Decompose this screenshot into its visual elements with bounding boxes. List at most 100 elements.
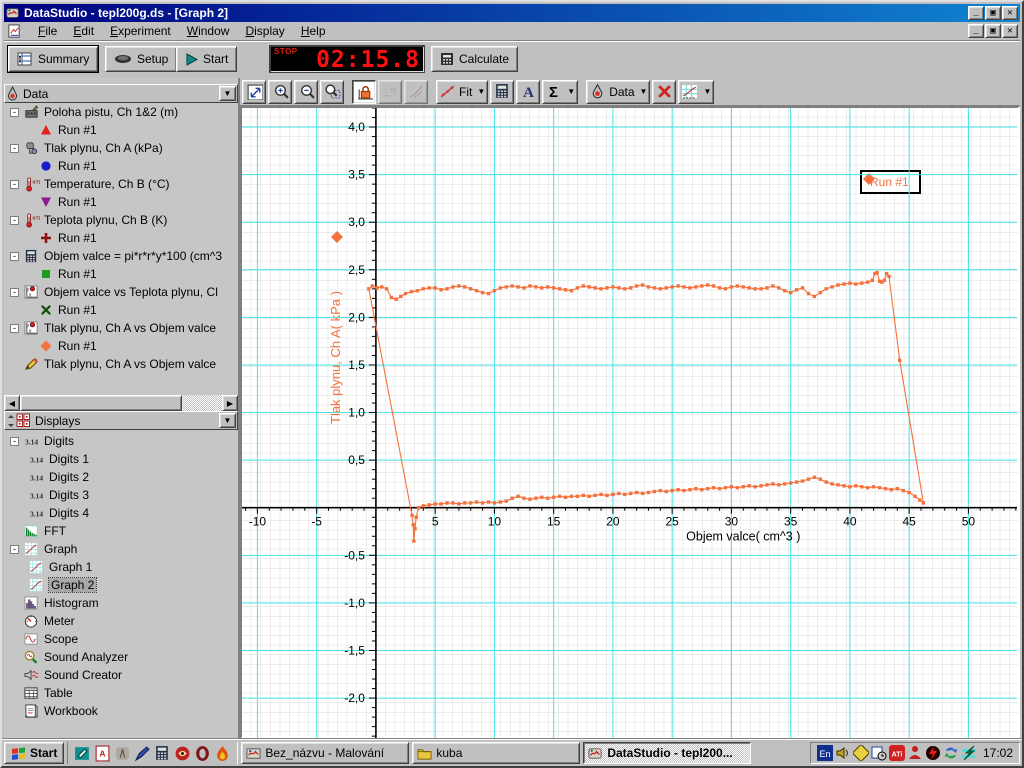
tree-collapse-icon[interactable]: - (10, 287, 19, 297)
data-item-label[interactable]: Temperature, Ch B (°C) (44, 177, 170, 191)
displays-panel-header[interactable]: Displays ▼ (4, 411, 238, 430)
statistics-button[interactable]: Σ ▼ (542, 79, 579, 104)
task-button-inactive[interactable]: kuba (412, 742, 581, 764)
scroll-thumb[interactable] (20, 395, 182, 411)
graph-settings-button[interactable]: ▼ (678, 79, 715, 104)
modem-icon[interactable] (961, 745, 977, 761)
close-button[interactable]: ✕ (1002, 6, 1018, 20)
volume-icon[interactable] (835, 745, 851, 761)
data-item-label[interactable]: Tlak plynu, Ch A vs Objem valce (44, 357, 216, 371)
child-window-icon[interactable] (7, 23, 22, 39)
notes-icon[interactable] (74, 745, 91, 762)
pen-icon[interactable] (134, 745, 151, 762)
display-item[interactable]: Workbook (4, 702, 238, 720)
data-item[interactable]: - x y Objem valce vs Teplota plynu, Cl (4, 283, 238, 301)
display-item-label[interactable]: Meter (44, 614, 75, 628)
panel-splitter-icon[interactable] (6, 414, 16, 428)
scale-to-fit-button[interactable] (242, 79, 266, 104)
start-menu-button[interactable]: Start (4, 742, 65, 764)
data-item[interactable]: - KTD Teplota plynu, Ch B (K) (4, 211, 238, 229)
display-item-label[interactable]: Workbook (44, 704, 98, 718)
data-item-label[interactable]: Tlak plynu, Ch A (kPa) (44, 141, 163, 155)
acrobat-icon[interactable]: A (94, 745, 111, 762)
tree-collapse-icon[interactable]: - (10, 215, 19, 225)
opera-icon[interactable] (194, 745, 211, 762)
data-menu-button[interactable]: Data ▼ (586, 79, 651, 104)
task-button-inactive[interactable]: Bez_názvu - Malování (241, 742, 410, 764)
run-item[interactable]: Run #1 (4, 157, 238, 175)
start-button[interactable]: Start (176, 46, 238, 72)
tree-collapse-icon[interactable]: - (10, 179, 19, 189)
winamp-icon[interactable] (114, 745, 131, 762)
child-restore-button[interactable]: ▣ (985, 24, 1001, 38)
display-item-label[interactable]: Digits (44, 434, 74, 448)
dragon-icon[interactable] (174, 745, 191, 762)
child-minimize-button[interactable]: _ (968, 24, 984, 38)
run-item[interactable]: Run #1 (4, 229, 238, 247)
fit-menu-button[interactable]: Fit ▼ (436, 79, 489, 104)
chart-svg[interactable]: -10 -5 5 10 15 20 25 30 35 40 45 50 4,0 3,5 3,0 2,5 2,0 1… (242, 108, 1017, 739)
data-item[interactable]: - Tlak plynu, Ch A (kPa) (4, 139, 238, 157)
tree-collapse-icon[interactable]: - (10, 544, 19, 554)
run-item-label[interactable]: Run #1 (58, 159, 97, 173)
plot-canvas[interactable]: Run #1 Tlak plynu, Ch A( kPa ) -10 -5 5 10 1… (242, 108, 1018, 739)
data-panel-menu-button[interactable]: ▼ (219, 86, 236, 101)
display-item-label[interactable]: Graph (44, 542, 77, 556)
chevron-down-icon[interactable]: ▼ (640, 87, 648, 96)
display-subitem-label[interactable]: Digits 2 (49, 470, 89, 484)
display-subitem[interactable]: 3.14 Digits 1 (4, 450, 238, 468)
run-item-label[interactable]: Run #1 (58, 231, 97, 245)
display-item-label[interactable]: Sound Analyzer (44, 650, 128, 664)
menu-experiment[interactable]: Experiment (102, 22, 179, 40)
zoom-out-button[interactable] (294, 79, 318, 104)
display-subitem-label-selected[interactable]: Graph 2 (47, 577, 98, 593)
tree-collapse-icon[interactable]: - (10, 143, 19, 153)
ati-icon[interactable]: ATi (888, 745, 905, 761)
lightning-icon[interactable] (925, 745, 941, 761)
data-item-label[interactable]: Objem valce = pi*r*r*y*100 (cm^3 (44, 249, 222, 263)
setup-button[interactable]: Setup (105, 46, 178, 72)
text-annotation-button[interactable]: A (516, 79, 541, 104)
display-item[interactable]: -3.14 Digits (4, 432, 238, 450)
menu-display[interactable]: Display (237, 22, 292, 40)
display-item[interactable]: Sound Analyzer (4, 648, 238, 666)
chevron-down-icon[interactable]: ▼ (703, 87, 711, 96)
data-item[interactable]: Tlak plynu, Ch A vs Objem valce (4, 355, 238, 373)
display-item-label[interactable]: FFT (44, 524, 66, 538)
display-subitem[interactable]: 3.14 Digits 4 (4, 504, 238, 522)
display-item[interactable]: Table (4, 684, 238, 702)
scheduler-icon[interactable] (871, 745, 887, 761)
display-item[interactable]: Histogram (4, 594, 238, 612)
data-tree-hscrollbar[interactable]: ◀ ▶ (4, 395, 238, 411)
zoom-select-button[interactable] (320, 79, 344, 104)
display-item[interactable]: Scope (4, 630, 238, 648)
display-item-label[interactable]: Sound Creator (44, 668, 122, 682)
red-agent-icon[interactable] (907, 745, 923, 761)
restore-button[interactable]: ▣ (985, 6, 1001, 20)
scroll-left-button[interactable]: ◀ (4, 395, 20, 411)
data-item[interactable]: - KTD Temperature, Ch B (°C) (4, 175, 238, 193)
run-item-label[interactable]: Run #1 (58, 339, 97, 353)
display-subitem-label[interactable]: Digits 3 (49, 488, 89, 502)
display-item[interactable]: Sound Creator (4, 666, 238, 684)
summary-button[interactable]: Summary (6, 45, 100, 73)
tree-collapse-icon[interactable]: - (10, 251, 19, 261)
display-subitem-label[interactable]: Digits 4 (49, 506, 89, 520)
minimize-button[interactable]: _ (968, 6, 984, 20)
run-item[interactable]: Run #1 (4, 121, 238, 139)
data-item-label[interactable]: Poloha pistu, Ch 1&2 (m) (44, 105, 178, 119)
display-subitem[interactable]: Graph 1 (4, 558, 238, 576)
display-subitem[interactable]: Graph 2 (4, 576, 238, 594)
run-item-label[interactable]: Run #1 (58, 123, 97, 137)
run-item[interactable]: Run #1 (4, 265, 238, 283)
calculate-button[interactable]: Calculate (431, 46, 519, 72)
display-item-label[interactable]: Scope (44, 632, 78, 646)
display-item-label[interactable]: Table (44, 686, 73, 700)
remove-button[interactable] (652, 79, 677, 104)
display-subitem-label[interactable]: Digits 1 (49, 452, 89, 466)
data-item-label[interactable]: Tlak plynu, Ch A vs Objem valce (44, 321, 216, 335)
menu-edit[interactable]: Edit (65, 22, 102, 40)
data-item[interactable]: - x y Tlak plynu, Ch A vs Objem valce (4, 319, 238, 337)
calculate-button[interactable] (490, 79, 515, 104)
display-subitem[interactable]: 3.14 Digits 2 (4, 468, 238, 486)
